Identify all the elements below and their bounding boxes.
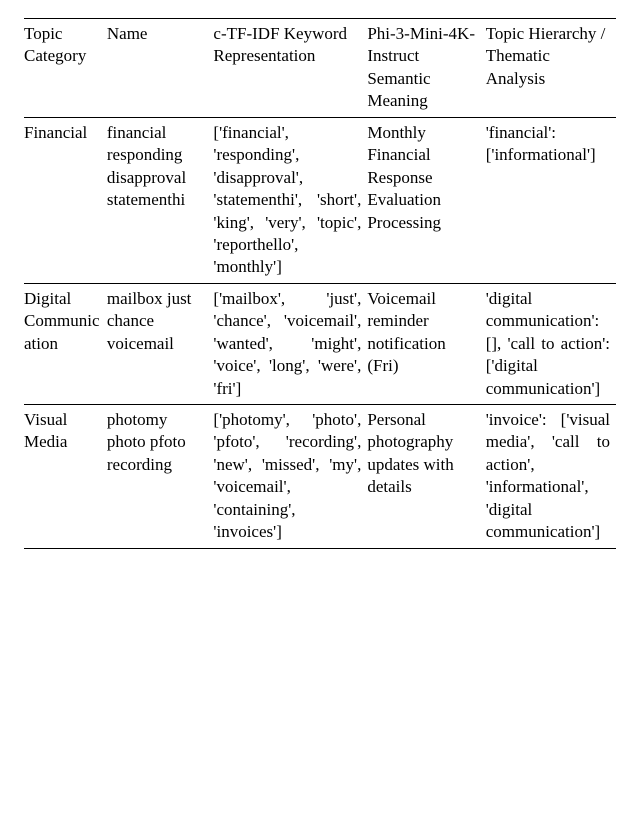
cell-hierarchy: 'financial': ['informational'] xyxy=(486,117,616,283)
header-keywords: c-TF-IDF Keyword Representation xyxy=(213,19,367,118)
cell-hierarchy: 'invoice': ['visual media', 'call to act… xyxy=(486,405,616,549)
header-semantic: Phi-3-Mini-4K-Instruct Semantic Meaning xyxy=(367,19,485,118)
cell-category: Digital Communication xyxy=(24,283,107,404)
cell-category: Visual Media xyxy=(24,405,107,549)
cell-name: financial responding disapproval stateme… xyxy=(107,117,214,283)
table-row: Financial financial responding disapprov… xyxy=(24,117,616,283)
table-row: Digital Communication mailbox just chanc… xyxy=(24,283,616,404)
cell-keywords: ['mailbox', 'just', 'chance', 'voicemail… xyxy=(213,283,367,404)
header-hierarchy: Topic Hierarchy / Thematic Analysis xyxy=(486,19,616,118)
cell-semantic: Personal photography updates with detail… xyxy=(367,405,485,549)
cell-keywords: ['financial', 'responding', 'disapproval… xyxy=(213,117,367,283)
header-row: Topic Category Name c-TF-IDF Keyword Rep… xyxy=(24,19,616,118)
topic-table: Topic Category Name c-TF-IDF Keyword Rep… xyxy=(24,18,616,549)
cell-name: photomy photo pfoto recording xyxy=(107,405,214,549)
table-row: Visual Media photomy photo pfoto recordi… xyxy=(24,405,616,549)
header-name: Name xyxy=(107,19,214,118)
header-topic-category: Topic Category xyxy=(24,19,107,118)
cell-category: Financial xyxy=(24,117,107,283)
cell-hierarchy: 'digital communication': [], 'call to ac… xyxy=(486,283,616,404)
cell-semantic: Voicemail reminder notification (Fri) xyxy=(367,283,485,404)
cell-semantic: Monthly Financial Response Evaluation Pr… xyxy=(367,117,485,283)
cell-name: mailbox just chance voicemail xyxy=(107,283,214,404)
cell-keywords: ['photomy', 'photo', 'pfoto', 'recording… xyxy=(213,405,367,549)
